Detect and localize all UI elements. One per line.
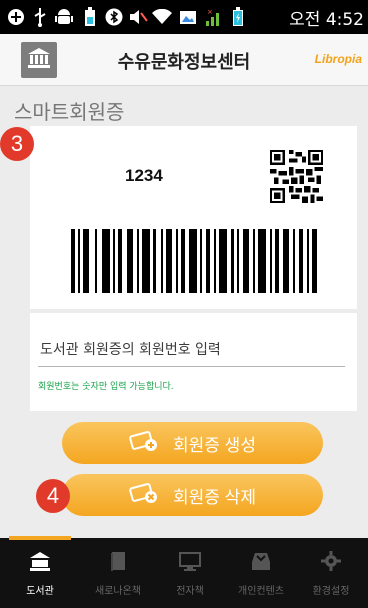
qr-code-icon [270,150,323,203]
monitor-icon [179,550,201,576]
battery-icon [228,6,248,28]
nav-personal-content-label: 개인컨텐츠 [238,586,284,597]
create-card-button[interactable]: 회원증 생성 [62,422,323,464]
member-number-input[interactable] [38,333,345,367]
status-bar: × 오전 4:52 [0,0,368,34]
card-add-icon [129,430,173,457]
nav-ebooks[interactable]: 전자책 [155,550,225,602]
signal-icon: × [204,6,224,28]
page-title: 스마트회원증 [14,100,125,124]
member-number: 1234 [125,166,163,185]
nav-settings-label: 환경설정 [312,586,350,597]
nav-library-label: 도서관 [26,586,54,597]
usb-icon [30,6,50,28]
gear-icon [320,550,342,576]
nav-new-books[interactable]: 새로나온책 [83,550,153,602]
book-icon [107,550,129,576]
battery-small-icon [80,6,100,28]
nav-library[interactable]: 도서관 [5,550,75,602]
nav-ebooks-label: 전자책 [176,586,204,597]
bluetooth-icon [104,6,124,28]
status-time: 오전 4:52 [289,10,364,30]
input-hint: 회원번호는 숫자만 입력 가능합니다. [38,382,174,392]
tray-icon [250,550,272,576]
app-header: 수유문화정보센터 Libropia [0,34,368,86]
android-icon [54,6,74,28]
image-icon [178,6,198,28]
brand-logo: Libropia [314,52,362,66]
member-input-card: 회원번호는 숫자만 입력 가능합니다. [30,313,357,411]
library-icon [29,550,51,576]
card-delete-icon [129,482,173,509]
member-card: 1234 [30,126,357,309]
barcode-icon [71,229,317,293]
create-card-label: 회원증 생성 [173,435,256,455]
active-tab-indicator [9,536,71,540]
library-name: 수유문화정보센터 [117,52,251,73]
step-badge-3: 3 [0,127,34,161]
delete-card-label: 회원증 삭제 [173,487,256,507]
wifi-icon [152,6,172,28]
svg-text:×: × [207,8,213,16]
add-circle-icon [6,6,26,28]
step-badge-4: 4 [36,479,70,513]
nav-new-books-label: 새로나온책 [95,586,141,597]
delete-card-button[interactable]: 회원증 삭제 [62,474,323,516]
nav-personal-content[interactable]: 개인컨텐츠 [226,550,296,602]
nav-settings[interactable]: 환경설정 [296,550,366,602]
mute-icon [128,6,148,28]
